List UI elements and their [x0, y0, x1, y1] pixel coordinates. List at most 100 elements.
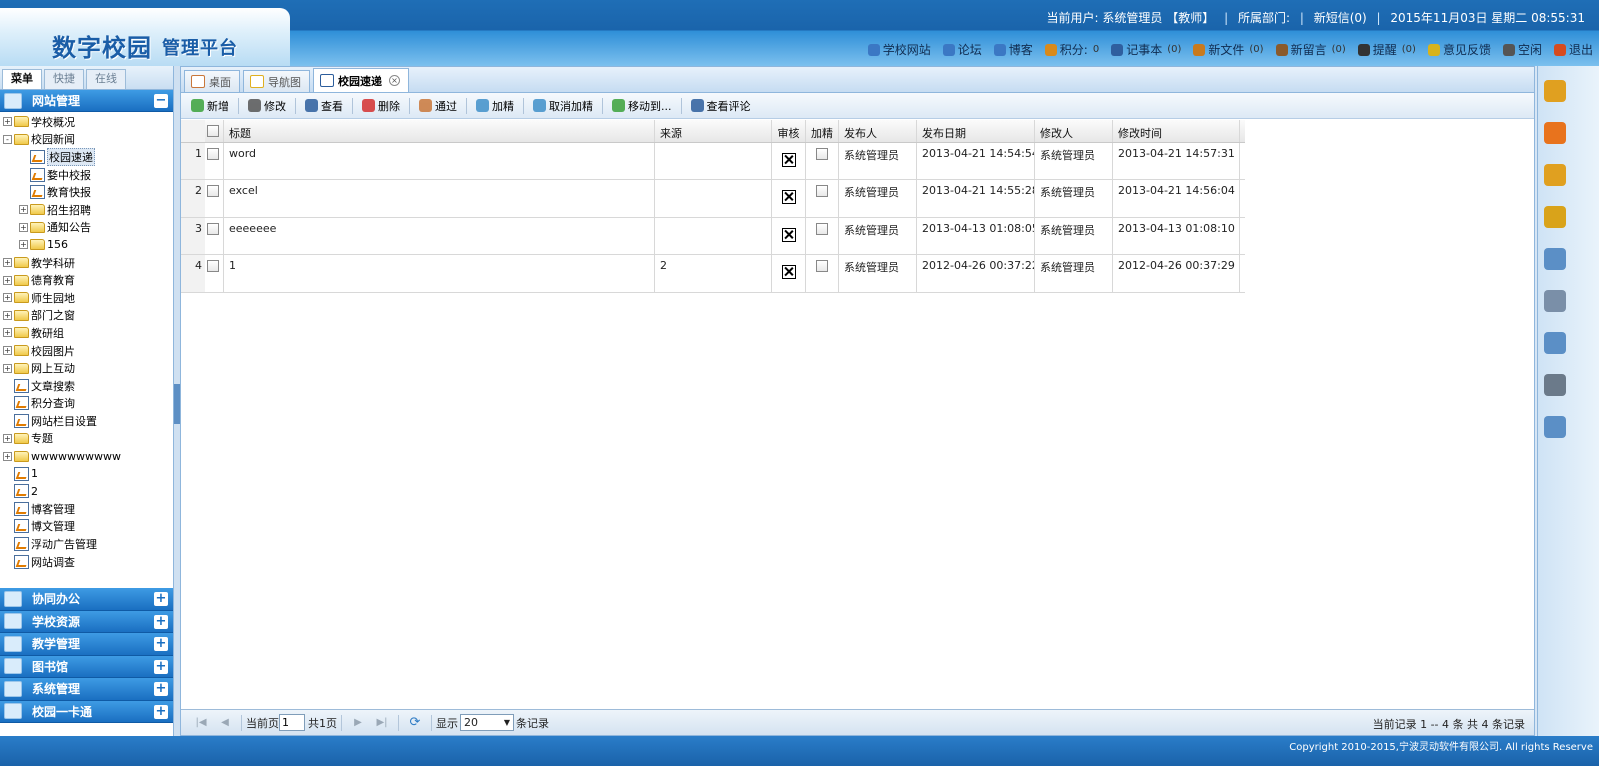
- edit-button[interactable]: 修改: [242, 96, 292, 116]
- table-row[interactable]: 2 excel 系统管理员 2013-04-21 14:55:28 系统管理员 2013-…: [181, 180, 1245, 218]
- printer-icon[interactable]: [1544, 374, 1566, 396]
- col-featured[interactable]: 加精: [806, 120, 839, 142]
- tree-item[interactable]: 网站调查: [0, 553, 173, 571]
- select-all-checkbox[interactable]: [207, 125, 219, 137]
- table-row[interactable]: 3 eeeeeee 系统管理员 2013-04-13 01:08:05 系统管理员 201…: [181, 217, 1245, 256]
- unfeature-button[interactable]: 取消加精: [527, 96, 599, 116]
- section-library[interactable]: 图书馆 +: [0, 655, 173, 678]
- page-number-input[interactable]: [279, 714, 305, 731]
- section-website-management[interactable]: 网站管理 −: [0, 90, 173, 112]
- tree-item[interactable]: 浮动广告管理: [0, 535, 173, 553]
- expand-icon[interactable]: +: [3, 293, 12, 303]
- featured-checkbox[interactable]: [816, 185, 828, 198]
- expand-icon[interactable]: +: [3, 258, 12, 268]
- tree-item[interactable]: 2: [0, 482, 173, 500]
- tree-item[interactable]: 网站栏目设置: [0, 412, 173, 430]
- expand-icon[interactable]: +: [19, 240, 28, 250]
- row-checkbox[interactable]: [207, 222, 219, 235]
- table-row[interactable]: 4 1 2 系统管理员 2012-04-26 00:37:22 系统管理员 2012-04-…: [181, 255, 1245, 293]
- last-page-icon[interactable]: ▶|: [376, 717, 388, 729]
- top-link-logout[interactable]: 退出: [1553, 41, 1593, 58]
- audit-status-icon[interactable]: [781, 227, 796, 242]
- first-page-icon[interactable]: |◀: [195, 717, 207, 729]
- collapse-icon[interactable]: −: [154, 94, 168, 108]
- top-link-reminder[interactable]: 提醒 (0): [1357, 41, 1416, 58]
- tree-item[interactable]: 博文管理: [0, 518, 173, 536]
- delete-button[interactable]: 删除: [356, 96, 406, 116]
- expand-icon[interactable]: +: [3, 451, 12, 461]
- tree-item[interactable]: + 师生园地: [0, 289, 173, 307]
- featured-checkbox[interactable]: [816, 222, 828, 235]
- tree-item[interactable]: 婺中校报: [0, 166, 173, 184]
- featured-checkbox[interactable]: [816, 148, 828, 160]
- tree-item[interactable]: + 教学科研: [0, 254, 173, 272]
- page-size-select[interactable]: 20 ▼: [460, 714, 514, 731]
- tab-page[interactable]: 校园速递 ×: [313, 68, 409, 92]
- expand-icon[interactable]: +: [154, 659, 168, 674]
- expand-icon[interactable]: +: [3, 117, 12, 127]
- tab-map[interactable]: 导航图: [243, 70, 310, 92]
- tab-home[interactable]: 桌面: [184, 70, 240, 92]
- tree-item[interactable]: 1: [0, 465, 173, 483]
- expand-icon[interactable]: +: [154, 682, 168, 696]
- feature-button[interactable]: 加精: [470, 96, 520, 116]
- eraser-icon[interactable]: [1544, 122, 1566, 144]
- view-button[interactable]: 查看: [299, 96, 349, 116]
- tree-item[interactable]: - 校园新闻: [0, 131, 173, 149]
- top-link-idle[interactable]: 空闲: [1502, 41, 1542, 58]
- download-icon[interactable]: [1544, 332, 1566, 354]
- expand-icon[interactable]: +: [3, 433, 12, 443]
- section-resources[interactable]: 学校资源 +: [0, 610, 173, 633]
- tree-item[interactable]: 教育快报: [0, 183, 173, 201]
- tree-item[interactable]: + 招生招聘: [0, 201, 173, 219]
- move-button[interactable]: 移动到...: [606, 96, 678, 116]
- tree-item[interactable]: + 教研组: [0, 324, 173, 342]
- close-icon[interactable]: ×: [389, 75, 400, 86]
- table-row[interactable]: 1 word 系统管理员 2013-04-21 14:54:54 系统管理员 2013-0…: [181, 143, 1245, 181]
- refresh-icon[interactable]: ⟳: [409, 716, 421, 729]
- next-page-icon[interactable]: ▶: [352, 717, 364, 729]
- expand-icon[interactable]: +: [154, 637, 168, 651]
- settings-icon[interactable]: [1544, 416, 1566, 438]
- top-link-blog[interactable]: 博客: [993, 41, 1033, 58]
- expand-icon[interactable]: +: [3, 328, 12, 338]
- tree-item[interactable]: + 校园图片: [0, 342, 173, 360]
- expand-icon[interactable]: +: [3, 346, 12, 356]
- expand-icon[interactable]: +: [19, 222, 28, 232]
- comments-button[interactable]: 查看评论: [685, 96, 757, 116]
- audit-status-icon[interactable]: [781, 190, 796, 205]
- section-system[interactable]: 系统管理 +: [0, 678, 173, 701]
- col-audit[interactable]: 审核: [772, 120, 806, 142]
- tree-item[interactable]: + 专题: [0, 430, 173, 448]
- section-teaching[interactable]: 教学管理 +: [0, 633, 173, 656]
- section-rss[interactable]: 协同办公 +: [0, 588, 173, 611]
- expand-icon[interactable]: +: [154, 704, 168, 719]
- tab-menu[interactable]: 菜单: [2, 69, 42, 89]
- collapse-icon[interactable]: -: [3, 134, 12, 144]
- tree-item[interactable]: + 网上互动: [0, 359, 173, 377]
- prev-page-icon[interactable]: ◀: [219, 717, 231, 729]
- expand-icon[interactable]: +: [3, 310, 12, 320]
- col-publish-date[interactable]: 发布日期: [917, 120, 1035, 142]
- expand-icon[interactable]: +: [19, 205, 28, 215]
- books-icon[interactable]: [1544, 80, 1566, 102]
- tab-online[interactable]: 在线: [86, 69, 126, 89]
- top-link-file[interactable]: 新文件 (0): [1193, 41, 1264, 58]
- audit-status-icon[interactable]: [781, 265, 796, 280]
- tree-item[interactable]: 校园速递: [0, 147, 173, 166]
- tree-item[interactable]: + 部门之窗: [0, 307, 173, 325]
- row-checkbox[interactable]: [207, 148, 219, 160]
- approve-button[interactable]: 通过: [413, 96, 463, 116]
- top-link-website[interactable]: 学校网站: [867, 41, 931, 58]
- notes-icon[interactable]: [1544, 290, 1566, 312]
- top-link-notebook[interactable]: 记事本 (0): [1111, 41, 1181, 58]
- col-source[interactable]: 来源: [655, 120, 772, 142]
- tree-item[interactable]: + wwwwwwwwww: [0, 447, 173, 465]
- tree-item[interactable]: +156: [0, 236, 173, 254]
- col-publisher[interactable]: 发布人: [839, 120, 917, 142]
- user-icon[interactable]: [1544, 248, 1566, 270]
- top-link-message[interactable]: 新留言 (0): [1275, 41, 1346, 58]
- key-icon[interactable]: [1544, 206, 1566, 228]
- sms-link[interactable]: 新短信(0): [1314, 11, 1367, 25]
- row-checkbox[interactable]: [207, 185, 219, 198]
